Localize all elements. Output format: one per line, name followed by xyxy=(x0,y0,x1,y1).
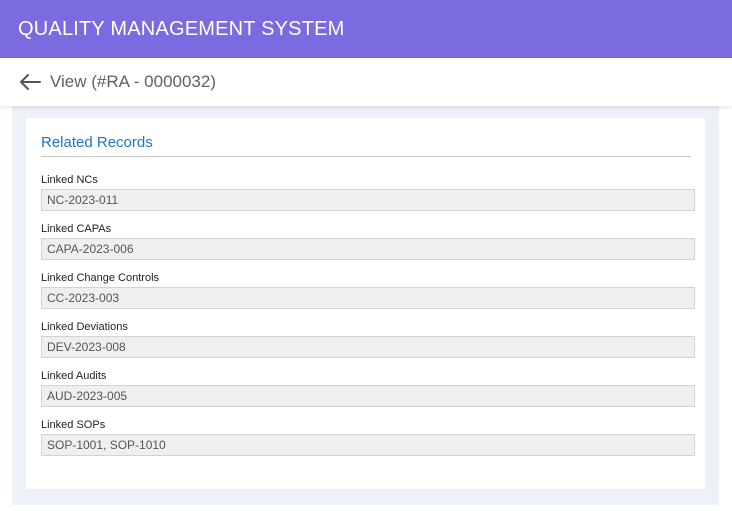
section-title: Related Records xyxy=(41,134,691,157)
field-linked-deviations: Linked Deviations DEV-2023-008 xyxy=(41,320,695,358)
field-label: Linked NCs xyxy=(41,174,98,186)
page-title: View (#RA - 0000032) xyxy=(50,72,217,91)
linked-capas-field[interactable]: CAPA-2023-006 xyxy=(41,238,695,260)
app-bar: QUALITY MANAGEMENT SYSTEM xyxy=(0,0,732,58)
field-label: Linked CAPAs xyxy=(41,223,112,235)
linked-ncs-field[interactable]: NC-2023-011 xyxy=(41,189,695,211)
field-label: Linked Deviations xyxy=(41,321,128,333)
page-header: View (#RA - 0000032) xyxy=(0,58,732,106)
content-panel: Related Records Linked NCs NC-2023-011 L… xyxy=(12,106,719,505)
linked-deviations-field[interactable]: DEV-2023-008 xyxy=(41,336,695,358)
field-label: Linked Change Controls xyxy=(41,272,160,284)
field-linked-audits: Linked Audits AUD-2023-005 xyxy=(41,369,695,407)
field-linked-sops: Linked SOPs SOP-1001, SOP-1010 xyxy=(41,418,695,456)
app-title: QUALITY MANAGEMENT SYSTEM xyxy=(18,17,345,40)
field-label: Linked Audits xyxy=(41,370,107,382)
field-linked-change-controls: Linked Change Controls CC-2023-003 xyxy=(41,271,695,309)
field-linked-ncs: Linked NCs NC-2023-011 xyxy=(41,173,695,211)
back-button[interactable] xyxy=(17,69,43,95)
linked-sops-field[interactable]: SOP-1001, SOP-1010 xyxy=(41,434,695,456)
linked-change-controls-field[interactable]: CC-2023-003 xyxy=(41,287,695,309)
related-records-card: Related Records Linked NCs NC-2023-011 L… xyxy=(26,118,705,489)
arrow-left-icon xyxy=(20,74,41,90)
field-label: Linked SOPs xyxy=(41,419,106,431)
linked-audits-field[interactable]: AUD-2023-005 xyxy=(41,385,695,407)
field-linked-capas: Linked CAPAs CAPA-2023-006 xyxy=(41,222,695,260)
